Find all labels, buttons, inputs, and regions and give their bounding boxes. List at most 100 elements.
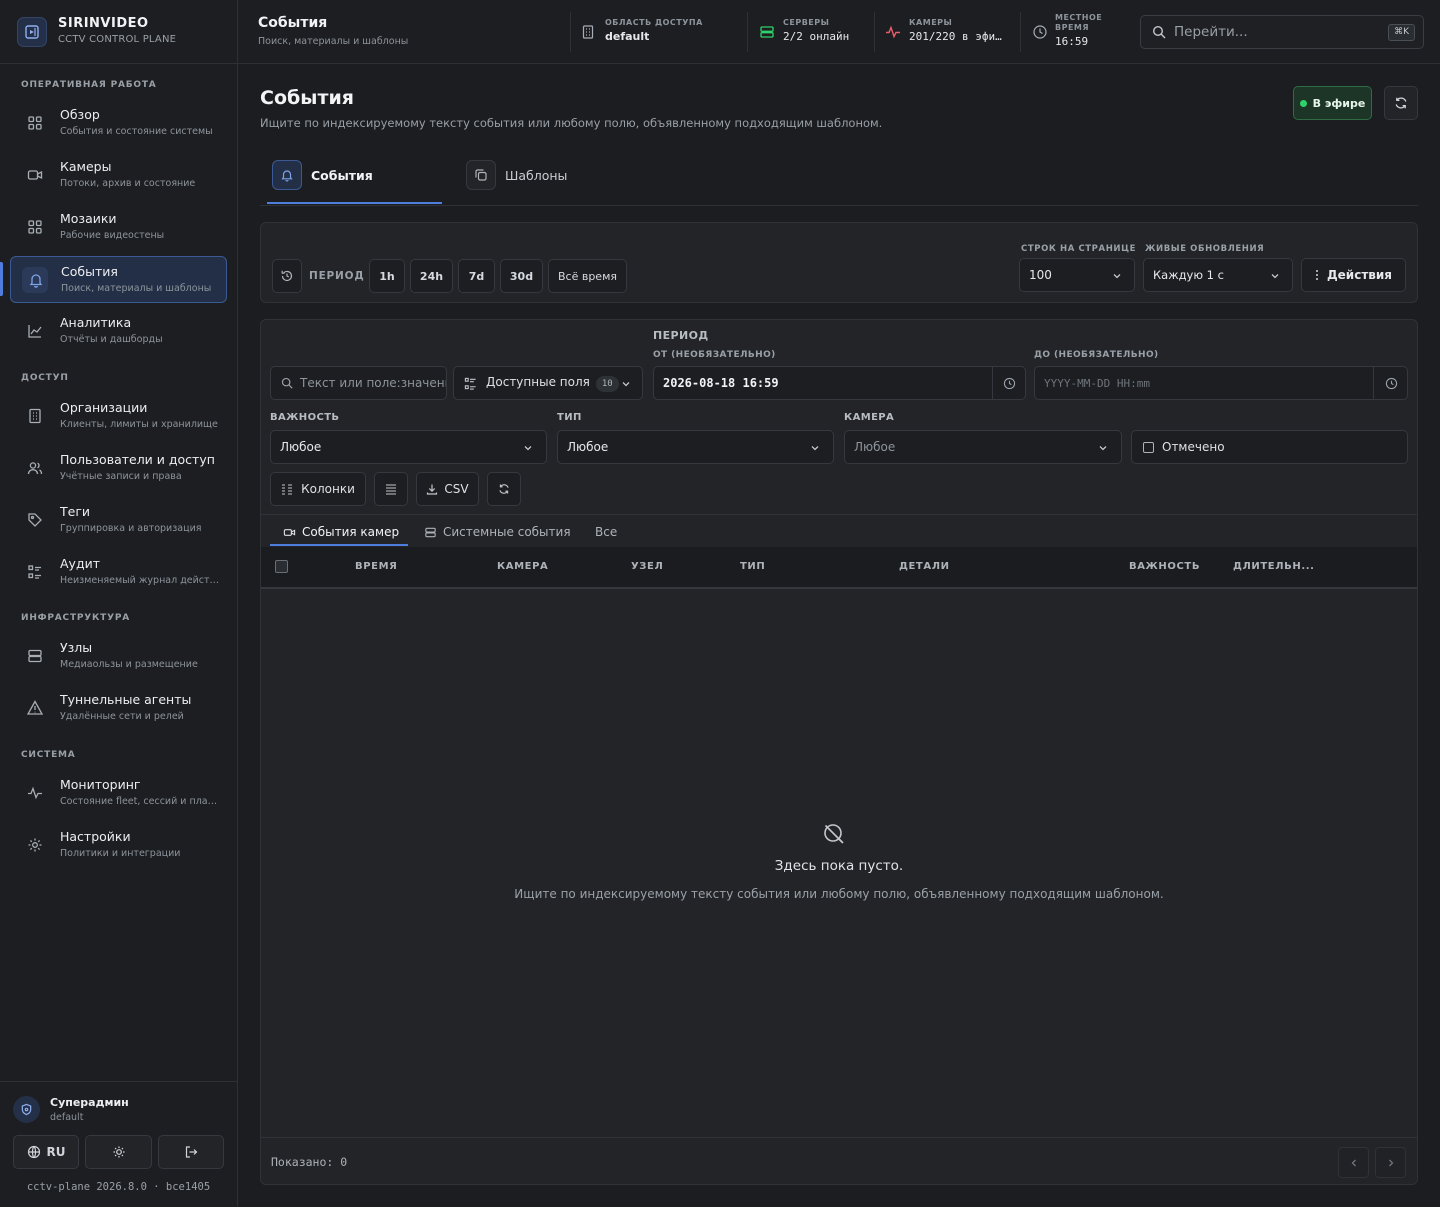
period-7d-button[interactable]: 7d: [458, 259, 495, 293]
language-button[interactable]: RU: [13, 1135, 79, 1169]
chevron-down-icon: [1112, 271, 1122, 281]
cameras-status[interactable]: КАМЕРЫ 201/220 в эфире: [885, 0, 1005, 64]
live-label: В эфире: [1312, 96, 1366, 110]
logout-button[interactable]: [158, 1135, 224, 1169]
tab-system-events[interactable]: Системные события: [424, 515, 571, 549]
scope-value: default: [605, 30, 650, 43]
tab-events[interactable]: События: [266, 158, 442, 204]
column-header-duration[interactable]: ДЛИТЕЛЬН...: [1233, 561, 1315, 572]
sidebar-item-tunnel-agents[interactable]: Туннельные агенты Удалённые сети и релей: [10, 685, 227, 732]
column-header-type[interactable]: ТИП: [740, 561, 765, 572]
sidebar-item-mosaics[interactable]: Мозаики Рабочие видеостены: [10, 204, 227, 251]
sidebar-item-events[interactable]: События Поиск, материалы и шаблоны: [10, 256, 227, 303]
live-status-badge[interactable]: В эфире: [1293, 86, 1372, 120]
cameras-value: 201/220 в эфире: [909, 30, 1004, 43]
active-indicator: [0, 262, 3, 296]
sidebar-item-cameras[interactable]: Камеры Потоки, архив и состояние: [10, 152, 227, 199]
severity-label: ВАЖНОСТЬ: [270, 412, 340, 423]
actions-label: Действия: [1326, 268, 1392, 282]
severity-value: Любое: [280, 440, 322, 454]
density-button[interactable]: [374, 472, 408, 506]
prev-page-button[interactable]: [1338, 1147, 1369, 1178]
flagged-checkbox[interactable]: Отмечено: [1131, 430, 1408, 464]
time-label: МЕСТНОЕ: [1055, 13, 1103, 22]
building-icon: [580, 24, 596, 40]
sidebar-item-label: Аудит: [60, 556, 100, 571]
to-date-input[interactable]: YYYY-MM-DD HH:mm: [1034, 366, 1408, 400]
severity-select[interactable]: Любое: [270, 430, 547, 464]
search-input[interactable]: Перейти... ⌘K: [1140, 15, 1424, 49]
theme-toggle-button[interactable]: [85, 1135, 152, 1169]
logo-icon[interactable]: [17, 17, 47, 47]
brand: SIRINVIDEO CCTV CONTROL PLANE: [0, 0, 237, 64]
sidebar-item-sub: Неизменяемый журнал действий: [60, 575, 220, 586]
reload-button[interactable]: [487, 472, 521, 506]
period-30d-button[interactable]: 30d: [500, 259, 543, 293]
server-icon: [759, 24, 775, 40]
scope-label: ОБЛАСТЬ ДОСТУПА: [605, 18, 703, 27]
sidebar-item-sub: Учётные записи и права: [60, 471, 182, 482]
from-date-input[interactable]: 2026-08-18 16:59: [653, 366, 1026, 400]
sidebar-item-users[interactable]: Пользователи и доступ Учётные записи и п…: [10, 445, 227, 492]
top-header: События Поиск, материалы и шаблоны ОБЛАС…: [238, 0, 1440, 64]
type-select[interactable]: Любое: [557, 430, 834, 464]
sidebar-item-tags[interactable]: Теги Группировка и авторизация: [10, 497, 227, 544]
refresh-icon: [1394, 96, 1408, 110]
pulse-icon: [885, 24, 901, 40]
column-header-time[interactable]: ВРЕМЯ: [355, 561, 397, 572]
columns-button[interactable]: Колонки: [270, 472, 366, 506]
next-page-button[interactable]: [1375, 1147, 1406, 1178]
shortcut-hint: ⌘K: [1388, 24, 1415, 41]
checkbox-box[interactable]: [1143, 442, 1154, 453]
column-header-severity[interactable]: ВАЖНОСТЬ: [1129, 561, 1200, 572]
clock-icon[interactable]: [1385, 377, 1398, 390]
sidebar-item-label: Теги: [60, 504, 91, 519]
actions-button[interactable]: Действия: [1301, 258, 1406, 292]
rows-value: 100: [1029, 268, 1052, 282]
sidebar-item-sub: Медиаользы и размещение: [60, 659, 198, 670]
servers-status[interactable]: СЕРВЕРЫ 2/2 онлайн: [759, 0, 869, 64]
sidebar-item-label: Организации: [60, 400, 148, 415]
sidebar-item-nodes[interactable]: Узлы Медиаользы и размещение: [10, 633, 227, 680]
sidebar-item-label: Туннельные агенты: [60, 692, 192, 707]
clock-icon[interactable]: [1003, 377, 1016, 390]
type-value: Любое: [567, 440, 609, 454]
csv-export-button[interactable]: CSV: [416, 472, 479, 506]
sidebar-item-analytics[interactable]: Аналитика Отчёты и дашборды: [10, 308, 227, 355]
server-icon: [424, 526, 437, 539]
sidebar-item-organizations[interactable]: Организации Клиенты, лимиты и хранилище: [10, 393, 227, 440]
select-all-checkbox[interactable]: [275, 560, 288, 573]
section-label: ИНФРАСТРУКТУРА: [21, 613, 131, 623]
period-1h-button[interactable]: 1h: [369, 259, 405, 293]
history-button[interactable]: [272, 259, 302, 293]
time-value: 16:59: [1055, 35, 1089, 48]
header-title: События: [258, 15, 328, 31]
sidebar-item-overview[interactable]: Обзор События и состояние системы: [10, 100, 227, 147]
search-placeholder: Перейти...: [1174, 24, 1248, 40]
page-description: Ищите по индексируемому тексту события и…: [260, 116, 883, 130]
sidebar-item-audit[interactable]: Аудит Неизменяемый журнал действий: [10, 549, 227, 596]
column-header-details[interactable]: ДЕТАЛИ: [899, 561, 950, 572]
sidebar-item-monitoring[interactable]: Мониторинг Состояние fleet, сессий и пла…: [10, 770, 227, 817]
gear-icon: [26, 836, 44, 854]
sidebar-item-settings[interactable]: Настройки Политики и интеграции: [10, 822, 227, 869]
period-24h-button[interactable]: 24h: [410, 259, 453, 293]
brand-name: SIRINVIDEO: [58, 16, 149, 31]
column-header-node[interactable]: УЗЕЛ: [631, 561, 663, 572]
logout-icon: [184, 1145, 198, 1159]
available-fields-dropdown[interactable]: Доступные поля 10: [453, 366, 643, 400]
camera-select[interactable]: Любое: [844, 430, 1122, 464]
period-all-button[interactable]: Всё время: [548, 259, 627, 293]
live-updates-select[interactable]: Каждую 1 с: [1143, 258, 1293, 292]
tab-templates[interactable]: Шаблоны: [460, 158, 600, 204]
bell-icon: [27, 271, 45, 289]
sidebar-item-label: Камеры: [60, 159, 112, 174]
scope-selector[interactable]: ОБЛАСТЬ ДОСТУПА default: [580, 0, 745, 64]
camera-label: КАМЕРА: [844, 412, 895, 423]
column-header-camera[interactable]: КАМЕРА: [497, 561, 548, 572]
refresh-button[interactable]: [1384, 86, 1418, 120]
tab-all[interactable]: Все: [595, 515, 617, 549]
search-input[interactable]: Текст или поле:значение: [270, 366, 447, 400]
chevron-down-icon: [810, 443, 820, 453]
rows-per-page-select[interactable]: 100: [1019, 258, 1135, 292]
